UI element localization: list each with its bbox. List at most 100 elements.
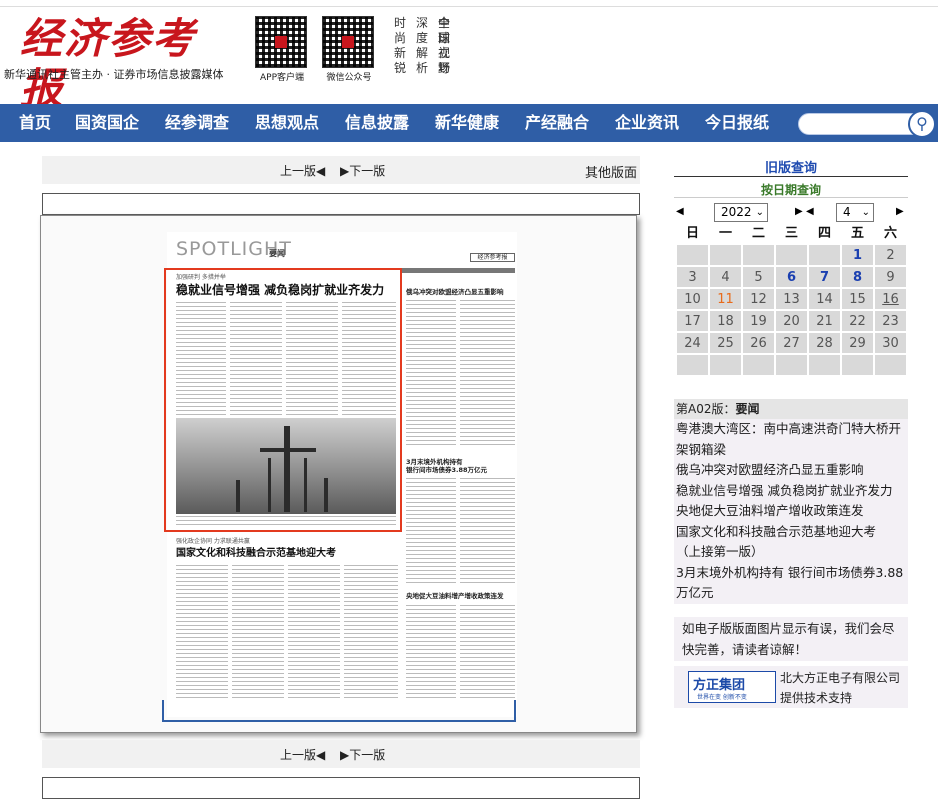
year-select[interactable]: 2022 ⌄ [714, 203, 768, 222]
calendar-day: 30 [874, 332, 907, 354]
next-month-icon[interactable]: ▶ [896, 206, 904, 217]
nav-item-corporate[interactable]: 企业资讯 [615, 104, 679, 142]
query-by-date-label: 按日期查询 [760, 183, 821, 197]
calendar-week-row: 17 18 19 20 21 22 23 [676, 310, 908, 332]
selected-article-highlight[interactable] [164, 268, 402, 532]
calendar-day: 19 [742, 310, 775, 332]
qr-code-icon [255, 16, 307, 68]
text-column [288, 562, 340, 698]
main-nav: 首页 国资国企 经参调查 思想观点 信息披露 新华健康 产经融合 企业资讯 今日… [0, 104, 938, 142]
calendar-day: 28 [808, 332, 841, 354]
calendar-day: 10 [676, 288, 709, 310]
calendar: 日一二三四五六 1 2 3 4 5 6 7 8 9 10 11 12 13 14 15 16 17 18 19 20 21… [676, 222, 908, 376]
next-page-link[interactable]: ▶下一版 [340, 162, 385, 179]
slogan-char: 深 [416, 16, 429, 30]
prev-year-icon[interactable]: ◀ [676, 206, 684, 217]
slogan-tail: 全 球 视 野 [438, 16, 452, 76]
calendar-empty-cell [742, 244, 775, 266]
slogan-char: 析 [416, 61, 429, 75]
nav-item-survey[interactable]: 经参调查 [165, 104, 229, 142]
qr-code-icon [322, 16, 374, 68]
chevron-down-icon: ⌄ [755, 207, 764, 218]
text-column [460, 602, 515, 698]
nav-item-soe[interactable]: 国资国企 [75, 104, 139, 142]
slogan-char: 新 [394, 46, 407, 60]
qr-app-label: APP客户端 [259, 73, 304, 83]
article-link[interactable]: （上接第一版） [676, 542, 906, 563]
text-column [406, 478, 456, 583]
calendar-empty-cell [709, 354, 742, 376]
divider [674, 176, 908, 177]
calendar-day: 29 [841, 332, 874, 354]
calendar-day[interactable]: 8 [841, 266, 874, 288]
edition-prefix: 第A02版： [676, 402, 736, 416]
calendar-empty-cell [742, 354, 775, 376]
other-editions-link[interactable]: 其他版面 [585, 162, 637, 181]
logo[interactable]: 经济参考报 [20, 14, 220, 113]
logo-text: 经济参考报 [20, 14, 197, 113]
prev-month-icon[interactable]: ◀ [806, 206, 814, 217]
wechat-qr-code: 微信公众号 [322, 16, 376, 83]
calendar-day: 5 [742, 266, 775, 288]
edition-name: 要闻 [735, 402, 760, 416]
calendar-week-row: 3456789 [676, 266, 908, 288]
article-link[interactable]: 稳就业信号增强 减负稳岗扩就业齐发力 [676, 481, 906, 502]
slogan-char: 解 [416, 46, 429, 60]
calendar-empty-cell [709, 244, 742, 266]
section-label: 要闻 [269, 249, 285, 258]
article-link[interactable]: 国家文化和科技融合示范基地迎大考 [676, 522, 906, 543]
slogan-char: 视 [438, 46, 451, 60]
qr-wechat-label: 微信公众号 [326, 73, 372, 83]
empty-box [42, 777, 640, 799]
weekday-label: 六 [874, 222, 907, 244]
article-link[interactable]: 俄乌冲突对欧盟经济凸显五重影响 [676, 460, 906, 481]
article-link[interactable]: 3月末境外机构持有 银行间市场债券3.88万亿元 [676, 563, 906, 604]
calendar-day: 27 [775, 332, 808, 354]
prev-page-link[interactable]: 上一版◀ [280, 746, 325, 763]
article-link[interactable]: 粤港澳大湾区：南中高速洪奇门特大桥开架钢箱梁 [676, 419, 906, 460]
text-column [232, 562, 284, 698]
nav-item-home[interactable]: 首页 [19, 104, 51, 142]
calendar-day[interactable]: 1 [841, 244, 874, 266]
weekday-label: 二 [742, 222, 775, 244]
calendar-day: 15 [841, 288, 874, 310]
nav-item-health[interactable]: 新华健康 [435, 104, 499, 142]
calendar-day: 22 [841, 310, 874, 332]
calendar-day: 14 [808, 288, 841, 310]
calendar-day: 2 [874, 244, 907, 266]
article-link[interactable]: 央地促大豆油料增产增收政策连发 [676, 501, 906, 522]
pager-bottom: 上一版◀ ▶下一版 [42, 740, 640, 768]
month-select[interactable]: 4 ⌄ [836, 203, 874, 222]
founder-logo-slogan: 世界在变 创新不变 [697, 694, 747, 701]
next-year-icon[interactable]: ▶ [795, 206, 803, 217]
old-version-query-link[interactable]: 旧版查询 [674, 157, 908, 176]
calendar-day: 12 [742, 288, 775, 310]
calendar-day: 4 [709, 266, 742, 288]
slogan-char: 球 [438, 31, 451, 45]
calendar-week-row: 10 11 12 13 14 15 16 [676, 288, 908, 310]
calendar-day: 24 [676, 332, 709, 354]
slogan-char: 锐 [394, 61, 407, 75]
prev-page-link[interactable]: 上一版◀ [280, 162, 325, 179]
calendar-day[interactable]: 6 [775, 266, 808, 288]
calendar-day: 20 [775, 310, 808, 332]
calendar-empty-cell [775, 244, 808, 266]
bond-title-2: 银行间市场债券3.88万亿元 [406, 466, 488, 474]
weekday-label: 一 [709, 222, 742, 244]
nav-item-today-paper[interactable]: 今日报纸 [705, 104, 769, 142]
calendar-day: 13 [775, 288, 808, 310]
logo-subtitle: 新华通讯社主管主办 · 证券市场信息披露媒体 [4, 68, 224, 81]
nav-item-opinion[interactable]: 思想观点 [255, 104, 319, 142]
founder-logo[interactable]: 方正集团 世界在变 创新不变 [688, 671, 776, 703]
empty-box [42, 193, 640, 215]
calendar-weekday-row: 日一二三四五六 [676, 222, 908, 244]
app-qr-code: APP客户端 [255, 16, 309, 83]
next-page-link[interactable]: ▶下一版 [340, 746, 385, 763]
founder-credit: 北大方正电子有限公司提供技术支持 [780, 671, 901, 705]
calendar-day[interactable]: 7 [808, 266, 841, 288]
calendar-day: 17 [676, 310, 709, 332]
search-icon[interactable]: ⚲ [908, 110, 936, 138]
nav-item-disclosure[interactable]: 信息披露 [345, 104, 409, 142]
weekday-label: 五 [841, 222, 874, 244]
nav-item-industry[interactable]: 产经融合 [525, 104, 589, 142]
